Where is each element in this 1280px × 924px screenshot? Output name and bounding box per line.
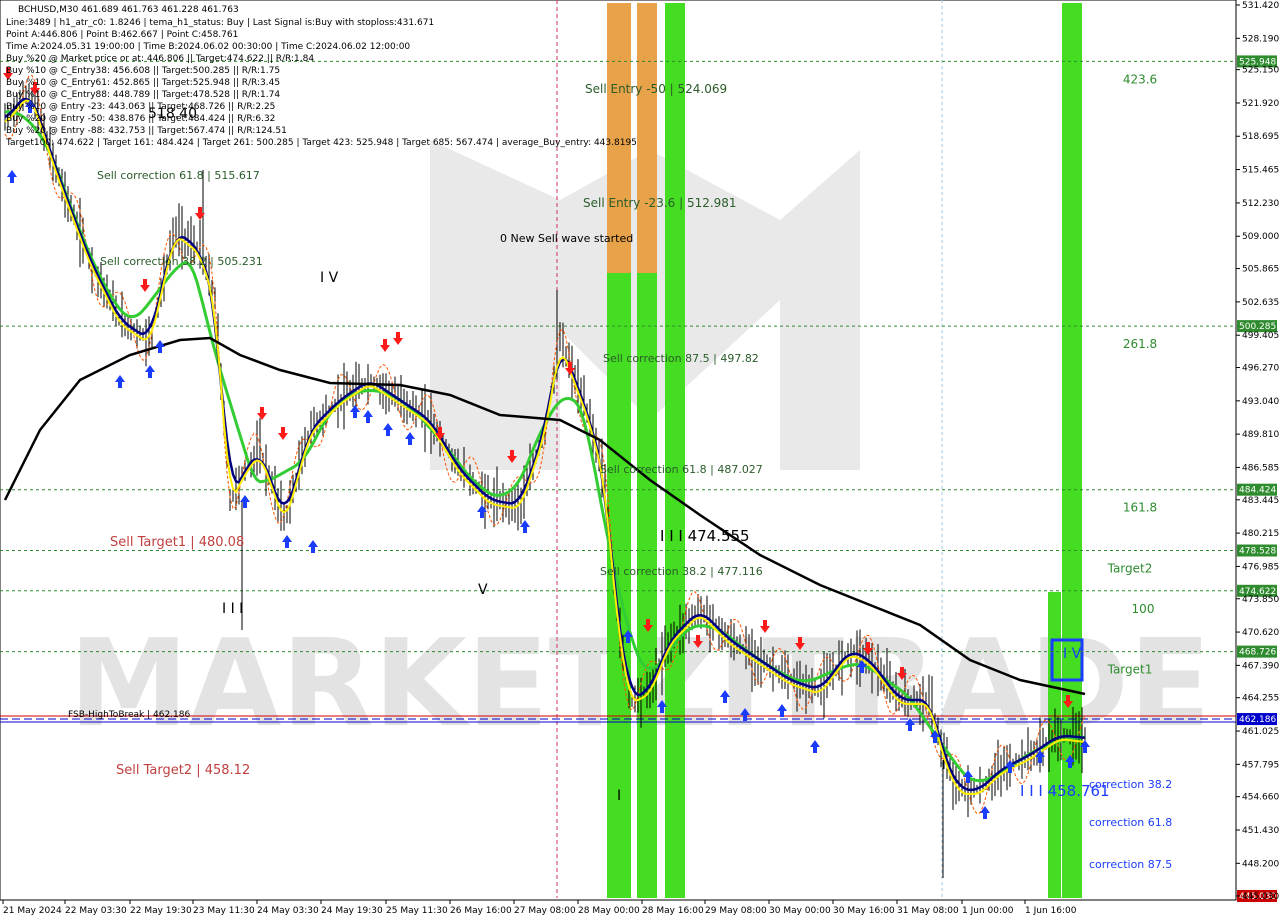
price-tick-label: 499.405	[1242, 331, 1279, 341]
level-label: Target2	[1107, 562, 1153, 576]
level-label: 161.8	[1123, 501, 1157, 515]
chart-stage: MARKETZITRADE 525.948423.6500.285261.848…	[0, 0, 1280, 920]
price-tick-label: 451.430	[1242, 826, 1279, 836]
zone-green	[637, 273, 657, 898]
price-tick-label: 525.150	[1242, 66, 1279, 76]
time-axis: 21 May 2024 22 May 03:30 22 May 19:30 23 Ma…	[0, 899, 1236, 916]
info-line: Point A:446.806 | Point B:462.667 | Poin…	[6, 30, 238, 40]
level-label: 261.8	[1123, 337, 1157, 351]
sell-correction-382-label: Sell correction 38.2 | 477.116	[600, 565, 763, 578]
new-sell-wave-label: 0 New Sell wave started	[500, 232, 633, 245]
info-line: Buy %10 @ C_Entry38: 456.608 || Target:5…	[6, 66, 280, 76]
sell-correction-382-left-label: Sell correction 38.2 | 505.231	[100, 255, 263, 268]
level-label: Target1	[1107, 663, 1153, 677]
wave-v-label: V	[478, 582, 488, 598]
wave-iv-left-label: I V	[320, 270, 339, 286]
time-tick-label: 30 May 00:00	[769, 906, 831, 916]
sell-target2-label: Sell Target2 | 458.12	[116, 763, 250, 778]
time-tick-label: 30 May 16:00	[833, 906, 895, 916]
time-tick-label: 26 May 16:00	[450, 906, 512, 916]
zone-green	[665, 3, 685, 898]
price-tick-label: 476.985	[1242, 562, 1279, 572]
time-tick-label: 1 Jun 16:00	[1025, 906, 1077, 916]
time-tick-label: 29 May 08:00	[705, 906, 767, 916]
time-tick-label: 24 May 19:30	[321, 906, 383, 916]
time-tick-label: 25 May 11:30	[386, 906, 448, 916]
price-tag-label: 468.726	[1239, 648, 1276, 658]
price-tick-label: 512.230	[1242, 199, 1279, 209]
correction-382-label: correction 38.2	[1089, 778, 1172, 791]
sell-correction-875-label: Sell correction 87.5 | 497.82	[603, 352, 759, 365]
time-tick-label: 23 May 11:30	[193, 906, 255, 916]
wave-i-label: I	[617, 788, 621, 804]
info-line: Line:3489 | h1_atr_c0: 1.8246 | tema_h1_…	[6, 18, 434, 28]
sell-correction-618-left-label: Sell correction 61.8 | 515.617	[97, 169, 260, 182]
price-tick-label: 467.390	[1242, 661, 1279, 671]
time-tick-label: 21 May 2024	[3, 906, 62, 916]
info-line: Buy %20 @ Entry -50: 438.876 || Target:4…	[6, 114, 275, 124]
info-line: Buy %20 @ Entry -88: 432.753 || Target:5…	[6, 126, 287, 136]
time-tick-label: 28 May 00:00	[578, 906, 640, 916]
wave-iv-right-label: I V	[1063, 646, 1082, 662]
level-label: 423.6	[1123, 72, 1157, 86]
time-tick-label: 31 May 08:00	[897, 906, 959, 916]
correction-875-label: correction 87.5	[1089, 858, 1172, 871]
price-tick-label: 502.635	[1242, 298, 1279, 308]
price-tick-label: 518.695	[1242, 132, 1279, 142]
sell-correction-618-label: Sell correction 61.8 | 487.027	[600, 463, 763, 476]
info-line: Buy %10 @ Entry -23: 443.063 || Target:4…	[6, 102, 275, 112]
wave-iii-mid-label: I I I 474.555	[660, 527, 750, 545]
price-tick-label: 454.660	[1242, 793, 1279, 803]
price-tick-label: 489.810	[1242, 430, 1279, 440]
sell-target1-label: Sell Target1 | 480.08	[110, 535, 244, 550]
info-line: Buy %20 @ Market price or at: 446.806 ||…	[6, 54, 314, 64]
price-tick-label: 505.865	[1242, 265, 1279, 275]
price-tick-label: 521.920	[1242, 99, 1279, 109]
price-tick-label: 461.025	[1242, 727, 1279, 737]
sell-entry-23-label: Sell Entry -23.6 | 512.981	[583, 196, 737, 210]
info-line: Buy %10 @ C_Entry61: 452.865 || Target:5…	[6, 78, 280, 88]
price-tick-label: 528.190	[1242, 34, 1279, 44]
price-tick-label: 496.270	[1242, 364, 1279, 374]
time-tick-label: 24 May 03:30	[257, 906, 319, 916]
sell-entry-50-label: Sell Entry -50 | 524.069	[585, 82, 727, 96]
price-tag-label: 484.424	[1239, 486, 1276, 496]
price-chart: MARKETZITRADE 525.948423.6500.285261.848…	[0, 0, 1279, 916]
time-tick-label: 1 Jun 00:00	[962, 906, 1014, 916]
price-tick-label: 509.000	[1242, 232, 1279, 242]
time-tick-label: 27 May 08:00	[514, 906, 576, 916]
price-axis: 531.420 528.190 525.150 521.920 518.695 515.4…	[1235, 0, 1279, 902]
price-tick-label: 480.215	[1242, 529, 1279, 539]
info-line: Time A:2024.05.31 19:00:00 | Time B:2024…	[5, 42, 410, 52]
wave-iii-left-label: I I I	[222, 601, 243, 617]
price-tag-label: 462.186	[1239, 715, 1276, 725]
price-tick-label: 470.620	[1242, 628, 1279, 638]
sell-zone-orange	[637, 3, 657, 273]
symbol-line: BCHUSD,M30 461.689 461.763 461.228 461.7…	[18, 5, 239, 15]
price-tick-label: 448.200	[1242, 859, 1279, 869]
time-tick-label: 22 May 19:30	[130, 906, 192, 916]
time-tick-label: 28 May 16:00	[642, 906, 704, 916]
price-tick-label: 464.255	[1242, 694, 1279, 704]
price-tick-label: 515.465	[1242, 166, 1279, 176]
price-tick-label: 445.030	[1242, 892, 1279, 902]
price-tick-label: 493.040	[1242, 397, 1279, 407]
fsb-label: FSB-HighToBreak | 462.186	[68, 710, 190, 720]
info-line: Target100: 474.622 | Target 161: 484.424…	[5, 138, 637, 148]
price-tick-label: 483.445	[1242, 496, 1279, 506]
time-tick-label: 22 May 03:30	[65, 906, 127, 916]
price-tick-label: 531.420	[1242, 1, 1279, 11]
correction-618-label: correction 61.8	[1089, 816, 1172, 829]
price-tick-label: 457.795	[1242, 760, 1279, 770]
price-tick-label: 486.585	[1242, 463, 1279, 473]
price-tick-label: 473.850	[1242, 595, 1279, 605]
level-label: 100	[1132, 602, 1155, 616]
price-tag-label: 478.528	[1239, 547, 1276, 557]
info-line: Buy %10 @ C_Entry88: 448.789 || Target:4…	[6, 90, 280, 100]
